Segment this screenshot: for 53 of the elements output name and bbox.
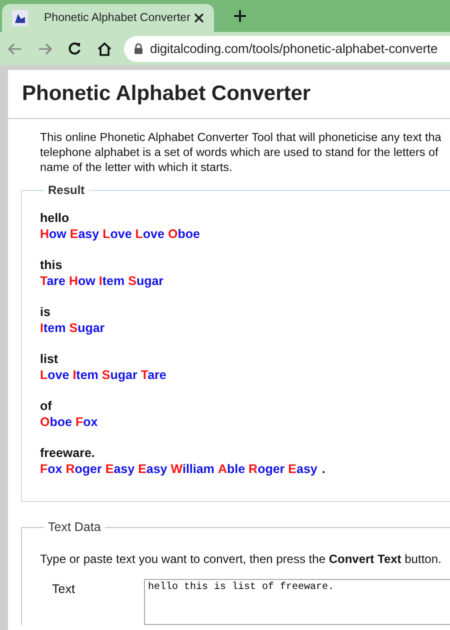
forward-icon[interactable] bbox=[38, 42, 52, 54]
source-word: freeware. bbox=[40, 446, 95, 460]
favicon-icon bbox=[12, 10, 28, 26]
phonetic-word: Easy bbox=[105, 461, 135, 477]
phonetic-word: Sugar bbox=[69, 320, 105, 336]
phonetic-word: William bbox=[170, 461, 214, 477]
phonetic-word: Tare bbox=[40, 273, 66, 289]
url-text: digitalcoding.com/tools/phonetic-alphabet-converte bbox=[150, 41, 438, 56]
phonetic-word: Sugar bbox=[102, 367, 138, 383]
phonetic-word: How bbox=[40, 226, 66, 242]
home-icon[interactable] bbox=[97, 42, 112, 56]
intro-text: telephone alphabet is a set of words which are used to stand for the letters of bbox=[40, 145, 440, 160]
source-word: list bbox=[40, 352, 58, 366]
browser-tab[interactable]: Phonetic Alphabet Converter bbox=[2, 4, 214, 32]
phonetic-word: Item bbox=[98, 273, 125, 289]
reload-icon[interactable] bbox=[68, 42, 81, 55]
source-word: this bbox=[40, 258, 62, 272]
intro-text: name of the letter with which it starts. bbox=[40, 160, 234, 175]
phonetic-word: Easy bbox=[70, 226, 100, 242]
phonetic-word: Easy bbox=[288, 461, 318, 477]
phonetic-word: Easy bbox=[138, 461, 168, 477]
phonetic-word: Tare bbox=[140, 367, 166, 383]
source-word: is bbox=[40, 305, 50, 319]
phonetic-word: Love bbox=[135, 226, 164, 242]
lock-icon bbox=[134, 43, 143, 54]
intro-text: This online Phonetic Alphabet Converter Tool that will phoneticise any text tha bbox=[40, 130, 442, 145]
phonetic-word: Love bbox=[102, 226, 132, 242]
phonetic-word: Item bbox=[40, 320, 66, 336]
phonetic-word: Oboe bbox=[168, 226, 200, 242]
close-icon[interactable] bbox=[194, 13, 204, 23]
phonetic-word: Oboe bbox=[40, 414, 72, 430]
phonetic-word: Able bbox=[218, 461, 246, 477]
instructions-text: Type or paste text you want to convert, then press the Convert Text button. bbox=[40, 552, 442, 566]
address-bar[interactable]: digitalcoding.com/tools/phonetic-alphabet-converte bbox=[124, 36, 450, 62]
phonetic-word: Item bbox=[72, 367, 98, 383]
text-input-field[interactable]: hello this is list of freeware. bbox=[144, 579, 450, 625]
phonetic-word: Roger bbox=[248, 461, 285, 477]
source-word: of bbox=[40, 399, 52, 413]
phonetic-word: Sugar bbox=[128, 273, 164, 289]
back-icon[interactable] bbox=[8, 42, 22, 54]
punctuation-mark: . bbox=[322, 461, 326, 477]
phonetic-word: Love bbox=[40, 367, 70, 383]
phonetic-word: Roger bbox=[66, 461, 102, 477]
tab-title: Phonetic Alphabet Converter bbox=[44, 12, 192, 24]
field-label: Text bbox=[51, 581, 76, 596]
panel-legend: Result bbox=[44, 183, 89, 197]
phonetic-word: How bbox=[69, 273, 96, 289]
panel-legend: Text Data bbox=[44, 520, 105, 534]
phonetic-word: Fox bbox=[40, 461, 62, 477]
new-tab-icon[interactable] bbox=[234, 10, 246, 22]
source-word: hello bbox=[40, 211, 70, 225]
phonetic-word: Fox bbox=[75, 414, 98, 430]
page-title: Phonetic Alphabet Converter bbox=[8, 70, 450, 119]
